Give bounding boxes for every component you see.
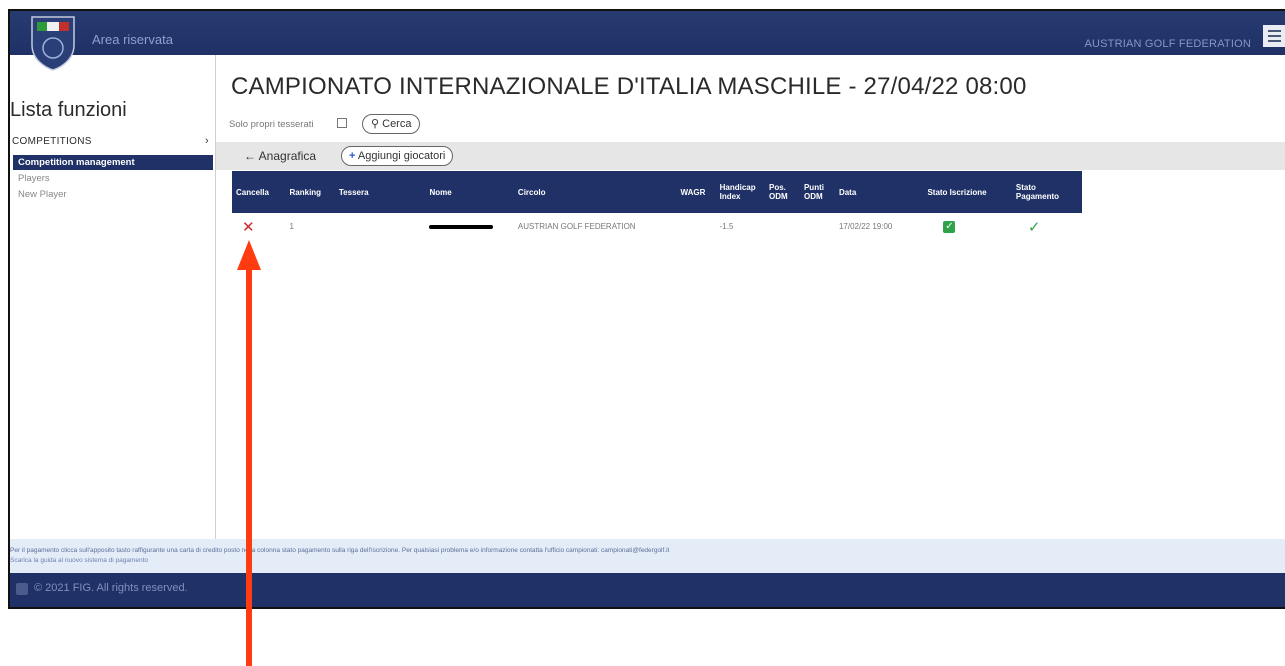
tessera-cell xyxy=(335,213,426,240)
chevron-right-icon[interactable]: › xyxy=(205,135,209,147)
hamburger-menu-icon[interactable] xyxy=(1263,25,1285,47)
col-cancella[interactable]: Cancella xyxy=(232,171,286,213)
area-title: Area riservata xyxy=(92,32,173,47)
club-cell: AUSTRIAN GOLF FEDERATION xyxy=(517,222,636,231)
arrow-left-icon: ← xyxy=(244,149,256,163)
add-players-button[interactable]: + Aggiungi giocatori xyxy=(341,146,454,166)
info-bar: Per il pagamento clicca sull'apposito ta… xyxy=(10,539,1285,573)
payment-info-text: Per il pagamento clicca sull'apposito ta… xyxy=(10,547,670,554)
handicap-cell: -1.5 xyxy=(719,222,734,231)
col-handicap[interactable]: Handicap Index xyxy=(715,171,765,213)
col-stato-iscrizione[interactable]: Stato Iscrizione xyxy=(923,171,1012,213)
federation-logo-icon xyxy=(31,16,75,71)
punti-odm-cell xyxy=(800,213,835,240)
col-nome[interactable]: Nome xyxy=(425,171,514,213)
checkbox-checked-icon: ✓ xyxy=(943,220,956,233)
table-row: ✕ 1 AUSTRIAN GOLF FEDERATION -1.5 17/02/… xyxy=(232,213,1082,240)
back-button[interactable]: ← Anagrafica xyxy=(244,149,316,163)
col-punti-odm[interactable]: Punti ODM xyxy=(799,171,835,213)
wagr-cell xyxy=(677,213,716,240)
pos-odm-cell xyxy=(765,213,800,240)
search-button-label: Cerca xyxy=(382,118,412,130)
col-wagr[interactable]: WAGR xyxy=(676,171,716,213)
own-members-checkbox[interactable] xyxy=(337,118,347,128)
delete-x-icon[interactable]: ✕ xyxy=(236,219,255,236)
main-content: CAMPIONATO INTERNAZIONALE D'ITALIA MASCH… xyxy=(216,55,1285,539)
sidebar-item-players[interactable]: Players xyxy=(13,171,213,186)
redacted-name xyxy=(429,224,494,229)
top-navbar: Area riservata AUSTRIAN GOLF FEDERATION xyxy=(10,11,1285,71)
col-circolo[interactable]: Circolo xyxy=(513,171,677,213)
sidebar: Lista funzioni COMPETITIONS › Competitio… xyxy=(10,55,216,539)
fig-logo-icon xyxy=(16,583,28,595)
filter-label: Solo propri tesserati xyxy=(229,119,314,130)
payment-guide-link[interactable]: Scarica la guida al nuovo sistema di pag… xyxy=(10,556,1285,566)
search-icon: ⚲ xyxy=(371,118,380,130)
sidebar-title: Lista funzioni xyxy=(10,99,127,121)
footer: © 2021 FIG. All rights reserved. xyxy=(10,573,1285,607)
col-data[interactable]: Data xyxy=(834,171,924,213)
action-toolbar: ← Anagrafica + Aggiungi giocatori xyxy=(216,142,1285,170)
ranking-cell: 1 xyxy=(289,222,294,231)
browser-frame: Area riservata AUSTRIAN GOLF FEDERATION … xyxy=(8,9,1285,609)
table-header-row: Cancella Ranking Tessera Nome Circolo WA… xyxy=(232,171,1082,213)
payment-status-cell: ✓ xyxy=(1012,213,1082,240)
check-icon: ✓ xyxy=(1027,218,1041,236)
sidebar-item-competition-management[interactable]: Competition management xyxy=(13,155,213,170)
col-tessera[interactable]: Tessera xyxy=(334,171,426,213)
federation-name[interactable]: AUSTRIAN GOLF FEDERATION xyxy=(1084,38,1251,50)
plus-icon: + xyxy=(349,150,356,162)
search-button[interactable]: ⚲ Cerca xyxy=(362,114,421,134)
delete-cell: ✕ xyxy=(232,213,286,240)
registration-status-cell: ✓ xyxy=(923,213,1011,240)
page-title: CAMPIONATO INTERNAZIONALE D'ITALIA MASCH… xyxy=(231,73,1027,100)
registrations-table: Cancella Ranking Tessera Nome Circolo WA… xyxy=(232,171,1082,240)
copyright-text: © 2021 FIG. All rights reserved. xyxy=(34,582,188,594)
back-button-label: Anagrafica xyxy=(258,149,317,163)
name-cell xyxy=(425,213,513,240)
col-pos-odm[interactable]: Pos. ODM xyxy=(764,171,800,213)
date-cell: 17/02/22 19:00 xyxy=(838,222,893,231)
sidebar-section-competitions[interactable]: COMPETITIONS xyxy=(12,136,92,147)
col-stato-pagamento[interactable]: Stato Pagamento xyxy=(1011,171,1082,213)
sidebar-item-new-player[interactable]: New Player xyxy=(13,187,213,202)
add-players-label: Aggiungi giocatori xyxy=(357,150,446,162)
col-ranking[interactable]: Ranking xyxy=(285,171,335,213)
